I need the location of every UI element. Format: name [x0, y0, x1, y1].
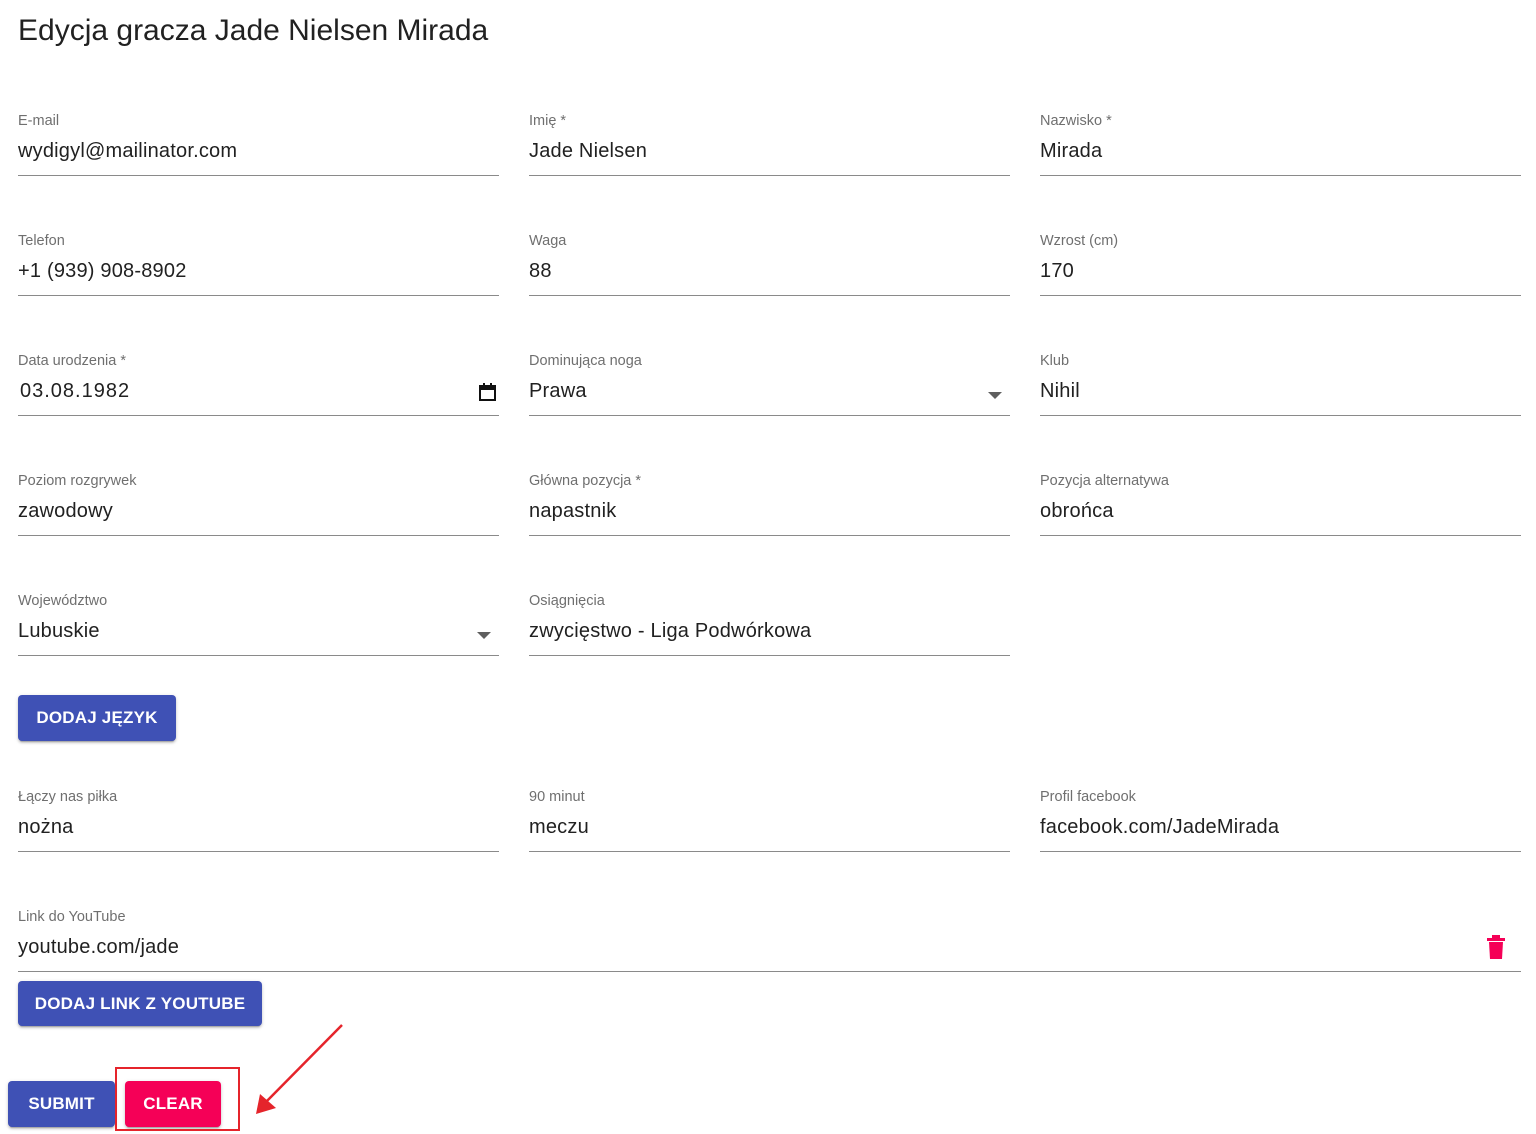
last-name-label: Nazwisko *	[1040, 113, 1112, 129]
90-minut-field[interactable]: 90 minut meczu	[529, 789, 1010, 852]
achievements-field[interactable]: Osiągnięcia zwycięstwo - Liga Podwórkowa	[529, 593, 1010, 656]
email-field[interactable]: E-mail wydigyl@mailinator.com	[18, 113, 499, 176]
laczy-nas-pilka-value[interactable]: nożna	[18, 816, 74, 839]
weight-field[interactable]: Waga 88	[529, 233, 1010, 296]
alt-position-value[interactable]: obrońca	[1040, 500, 1114, 523]
email-value[interactable]: wydigyl@mailinator.com	[18, 140, 237, 163]
90-minut-label: 90 minut	[529, 789, 585, 805]
trash-icon[interactable]	[1487, 935, 1505, 959]
alt-position-label: Pozycja alternatywa	[1040, 473, 1169, 489]
laczy-nas-pilka-field[interactable]: Łączy nas piłka nożna	[18, 789, 499, 852]
height-label: Wzrost (cm)	[1040, 233, 1119, 249]
submit-button[interactable]: Submit	[8, 1081, 115, 1127]
chevron-down-icon[interactable]	[477, 632, 491, 639]
90-minut-value[interactable]: meczu	[529, 816, 589, 839]
league-level-label: Poziom rozgrywek	[18, 473, 137, 489]
club-label: Klub	[1040, 353, 1070, 369]
page-title: Edycja gracza Jade Nielsen Mirada	[18, 14, 489, 47]
add-language-button[interactable]: Dodaj język	[18, 695, 176, 741]
last-name-field[interactable]: Nazwisko * Mirada	[1040, 113, 1521, 176]
league-level-value[interactable]: zawodowy	[18, 500, 113, 523]
facebook-value[interactable]: facebook.com/JadeMirada	[1040, 816, 1279, 839]
birth-date-value[interactable]: 03.08.1982	[20, 380, 130, 403]
alt-position-field[interactable]: Pozycja alternatywa obrońca	[1040, 473, 1521, 536]
phone-label: Telefon	[18, 233, 65, 249]
weight-value[interactable]: 88	[529, 260, 552, 283]
club-field[interactable]: Klub Nihil	[1040, 353, 1521, 416]
chevron-down-icon[interactable]	[988, 392, 1002, 399]
main-position-field[interactable]: Główna pozycja * napastnik	[529, 473, 1010, 536]
height-value[interactable]: 170	[1040, 260, 1074, 283]
annotation-highlight-box	[115, 1067, 240, 1131]
phone-value[interactable]: +1 (939) 908-8902	[18, 260, 187, 283]
achievements-label: Osiągnięcia	[529, 593, 605, 609]
phone-field[interactable]: Telefon +1 (939) 908-8902	[18, 233, 499, 296]
league-level-field[interactable]: Poziom rozgrywek zawodowy	[18, 473, 499, 536]
first-name-label: Imię *	[529, 113, 567, 129]
voivodeship-value[interactable]: Lubuskie	[18, 620, 100, 643]
voivodeship-label: Województwo	[18, 593, 108, 609]
club-value[interactable]: Nihil	[1040, 380, 1080, 403]
dominant-foot-select[interactable]: Dominująca noga Prawa	[529, 353, 1010, 416]
height-field[interactable]: Wzrost (cm) 170	[1040, 233, 1521, 296]
youtube-value[interactable]: youtube.com/jade	[18, 936, 179, 959]
dominant-foot-label: Dominująca noga	[529, 353, 642, 369]
first-name-field[interactable]: Imię * Jade Nielsen	[529, 113, 1010, 176]
facebook-field[interactable]: Profil facebook facebook.com/JadeMirada	[1040, 789, 1521, 852]
dominant-foot-value[interactable]: Prawa	[529, 380, 587, 403]
calendar-icon[interactable]	[479, 383, 496, 401]
laczy-nas-pilka-label: Łączy nas piłka	[18, 789, 118, 805]
add-youtube-button[interactable]: Dodaj link z YouTube	[18, 981, 262, 1026]
weight-label: Waga	[529, 233, 567, 249]
youtube-field[interactable]: Link do YouTube youtube.com/jade	[18, 909, 1521, 972]
first-name-value[interactable]: Jade Nielsen	[529, 140, 647, 163]
main-position-label: Główna pozycja *	[529, 473, 642, 489]
youtube-label: Link do YouTube	[18, 909, 126, 925]
main-position-value[interactable]: napastnik	[529, 500, 616, 523]
annotation-arrow-icon	[256, 1024, 343, 1114]
facebook-label: Profil facebook	[1040, 789, 1136, 805]
email-label: E-mail	[18, 113, 60, 129]
birth-date-label: Data urodzenia *	[18, 353, 127, 369]
birth-date-field[interactable]: Data urodzenia * 03.08.1982	[18, 353, 499, 416]
last-name-value[interactable]: Mirada	[1040, 140, 1102, 163]
achievements-value[interactable]: zwycięstwo - Liga Podwórkowa	[529, 620, 811, 643]
voivodeship-select[interactable]: Województwo Lubuskie	[18, 593, 499, 656]
